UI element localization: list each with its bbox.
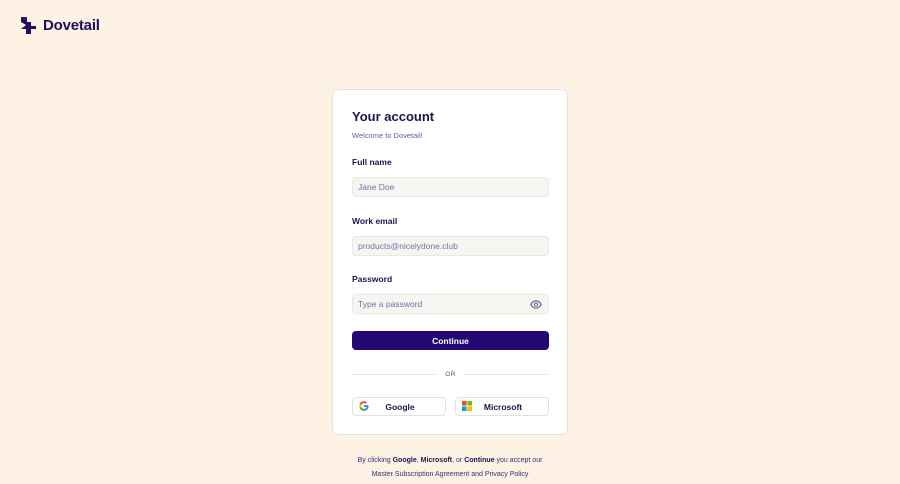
full-name-placeholder: Jane Doe <box>358 182 395 192</box>
google-button[interactable]: Google <box>352 397 446 416</box>
legal-agreement-link[interactable]: Master Subscription Agreement and Privac… <box>300 468 600 482</box>
legal-sep-1: , <box>416 457 419 464</box>
full-name-input[interactable]: Jane Doe <box>352 177 549 197</box>
eye-icon[interactable] <box>530 299 542 309</box>
continue-button[interactable]: Continue <box>352 331 549 350</box>
password-placeholder: Type a password <box>358 299 423 309</box>
divider-line-right <box>463 373 549 375</box>
brand-name: Dovetail <box>43 17 100 34</box>
password-label: Password <box>352 274 393 284</box>
work-email-input[interactable]: products@nicelydone.club <box>352 236 549 256</box>
work-email-field-group: Work email products@nicelydone.club <box>352 216 549 256</box>
work-email-label: Work email <box>352 216 398 226</box>
legal-notice: By clicking Google, Microsoft, or Contin… <box>300 454 600 482</box>
legal-google: Google <box>392 457 417 464</box>
divider-text: OR <box>445 370 456 378</box>
legal-sep-2: , or <box>452 457 463 464</box>
microsoft-icon <box>462 400 472 413</box>
password-field-group: Password Type a password <box>352 274 549 314</box>
legal-prefix: By clicking <box>357 457 391 464</box>
password-input[interactable]: Type a password <box>352 294 549 314</box>
legal-line-1: By clicking Google, Microsoft, or Contin… <box>300 454 600 468</box>
legal-suffix: you accept our <box>496 457 543 464</box>
google-icon <box>359 400 369 413</box>
full-name-label: Full name <box>352 157 392 167</box>
brand-logo[interactable]: Dovetail <box>20 16 100 35</box>
or-divider: OR <box>352 369 549 379</box>
legal-microsoft: Microsoft <box>420 457 453 464</box>
legal-continue: Continue <box>464 457 495 464</box>
card-title: Your account <box>352 109 435 124</box>
microsoft-button[interactable]: Microsoft <box>455 397 549 416</box>
sso-buttons: Google Microsoft <box>352 397 549 416</box>
card-subtitle: Welcome to Dovetail! <box>352 131 423 140</box>
google-label: Google <box>385 401 415 412</box>
divider-line-left <box>352 373 438 375</box>
work-email-placeholder: products@nicelydone.club <box>358 241 458 251</box>
full-name-field-group: Full name Jane Doe <box>352 157 549 197</box>
microsoft-label: Microsoft <box>483 401 523 412</box>
dovetail-logo-icon <box>20 16 37 35</box>
signup-card: Your account Welcome to Dovetail! Full n… <box>332 89 568 435</box>
